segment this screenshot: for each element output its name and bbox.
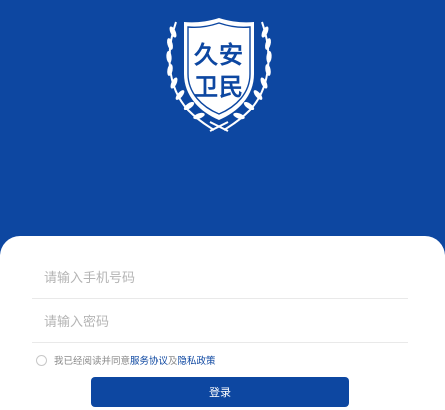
agreement-row: 我已经阅读并同意 服务协议 及 隐私政策	[36, 353, 216, 367]
login-button[interactable]: 登录	[91, 377, 349, 407]
agreement-and: 及	[168, 356, 178, 367]
password-field	[32, 302, 408, 343]
phone-input[interactable]	[44, 258, 404, 298]
service-agreement-link[interactable]: 服务协议	[130, 353, 168, 367]
header-banner: 久安 卫民	[0, 0, 445, 240]
app-logo: 久安 卫民	[162, 12, 276, 132]
agree-checkbox[interactable]	[36, 354, 47, 366]
logo-text: 久安 卫民	[162, 12, 276, 132]
password-input[interactable]	[44, 302, 404, 342]
privacy-policy-link[interactable]: 隐私政策	[178, 353, 216, 367]
logo-text-line-2: 卫民	[194, 73, 244, 101]
login-card: 我已经阅读并同意 服务协议 及 隐私政策 登录	[0, 236, 445, 410]
phone-field	[32, 258, 408, 299]
agreement-prefix: 我已经阅读并同意	[54, 356, 131, 367]
logo-text-line-1: 久安	[194, 41, 244, 69]
